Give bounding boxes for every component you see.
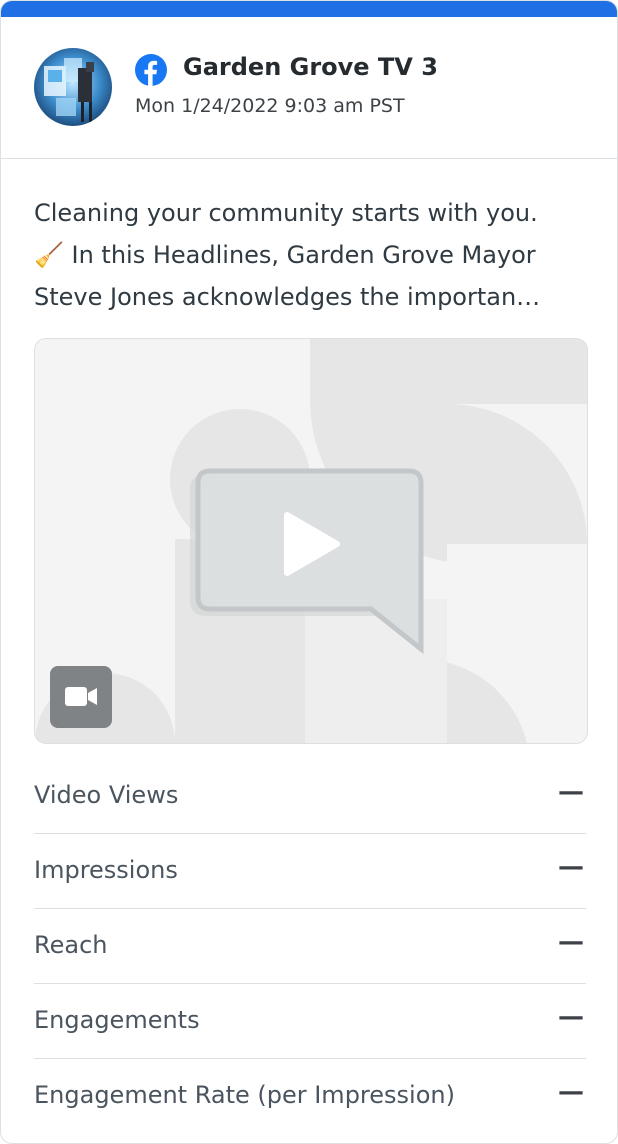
video-placeholder-graphic (35, 339, 587, 743)
metric-row-engagements: Engagements — (34, 984, 586, 1059)
video-camera-icon (50, 666, 112, 728)
video-thumbnail[interactable] (34, 338, 588, 744)
metric-value: — (558, 1077, 584, 1107)
metric-value: — (558, 927, 584, 957)
metric-label: Impressions (34, 856, 178, 884)
accent-bar (1, 1, 617, 17)
metric-row-impressions: Impressions — (34, 834, 586, 909)
avatar[interactable] (34, 48, 112, 126)
metric-value: — (558, 1002, 584, 1032)
post-text-line: Cleaning your community starts with you. (34, 199, 538, 227)
metric-label: Video Views (34, 781, 179, 809)
metric-value: — (558, 852, 584, 882)
post-text-line: Steve Jones acknowledges the importan… (34, 283, 541, 311)
post-timestamp: Mon 1/24/2022 9:03 am PST (135, 95, 405, 117)
metrics-list: Video Views — Impressions — Reach — Enga… (34, 759, 586, 1133)
metric-value: — (558, 777, 584, 807)
metric-row-engagement-rate: Engagement Rate (per Impression) — (34, 1059, 586, 1133)
account-name[interactable]: Garden Grove TV 3 (183, 53, 438, 81)
post-text-line: 🧹 In this Headlines, Garden Grove Mayor (34, 241, 536, 269)
metric-label: Engagement Rate (per Impression) (34, 1081, 455, 1109)
facebook-icon (135, 54, 167, 86)
post-header: Garden Grove TV 3 Mon 1/24/2022 9:03 am … (1, 17, 617, 159)
metric-row-reach: Reach — (34, 909, 586, 984)
metric-row-video-views: Video Views — (34, 759, 586, 834)
post-card: Garden Grove TV 3 Mon 1/24/2022 9:03 am … (0, 0, 618, 1144)
post-text: Cleaning your community starts with you.… (34, 192, 586, 318)
metric-label: Reach (34, 931, 108, 959)
metric-label: Engagements (34, 1006, 200, 1034)
